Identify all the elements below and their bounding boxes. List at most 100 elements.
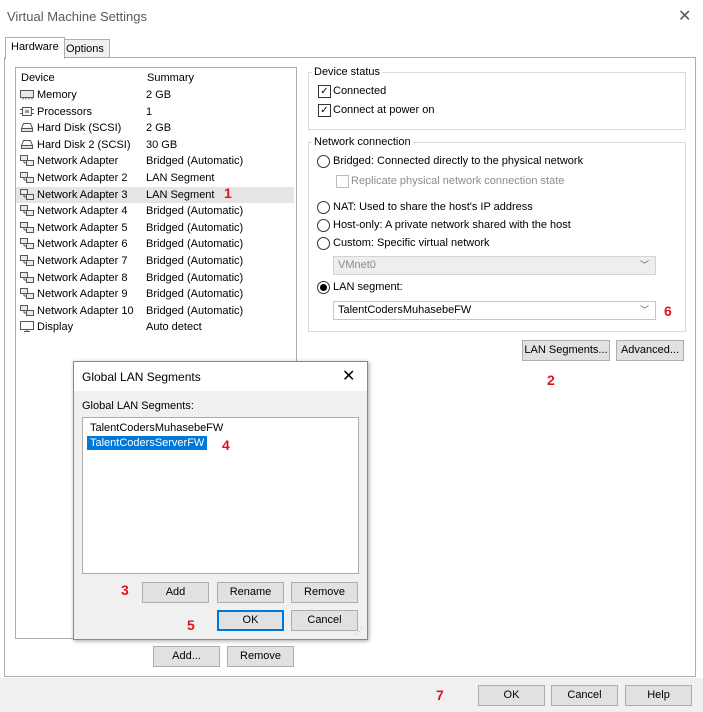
device-row[interactable]: Network Adapter 10 Bridged (Automatic)	[16, 303, 294, 319]
cancel-button[interactable]: Cancel	[551, 685, 618, 706]
segment-item-selected[interactable]: TalentCodersServerFW	[87, 436, 208, 450]
device-status-group	[308, 72, 686, 130]
device-summary: Bridged (Automatic)	[146, 221, 244, 234]
dialog-title-bar: Global LAN Segments ✕	[74, 362, 367, 391]
device-summary: Bridged (Automatic)	[146, 155, 244, 168]
device-summary: Bridged (Automatic)	[146, 288, 244, 301]
network-adapter-icon	[20, 238, 34, 250]
remove-device-button[interactable]: Remove	[227, 646, 294, 667]
add-device-button[interactable]: Add...	[153, 646, 220, 667]
annotation-3: 3	[121, 582, 129, 598]
device-row[interactable]: Hard Disk (SCSI) 2 GB	[16, 120, 294, 136]
window-title: Virtual Machine Settings	[7, 9, 147, 24]
close-icon[interactable]: ✕	[678, 6, 691, 26]
device-summary: 2 GB	[146, 122, 172, 135]
device-row[interactable]: Network Adapter 6 Bridged (Automatic)	[16, 236, 294, 252]
device-row[interactable]: Network Adapter 3 LAN Segment	[16, 186, 294, 203]
resize-grip-icon[interactable]: ⋰	[355, 627, 363, 636]
lan-segment-dropdown[interactable]: TalentCodersMuhasebeFW ﹀	[333, 301, 656, 320]
network-adapter-icon	[20, 271, 34, 283]
device-row[interactable]: Network Adapter 8 Bridged (Automatic)	[16, 270, 294, 286]
display-icon	[20, 321, 34, 333]
lan-segments-button[interactable]: LAN Segments...	[522, 340, 610, 361]
device-row[interactable]: Network Adapter Bridged (Automatic)	[16, 153, 294, 169]
custom-network-dropdown[interactable]: VMnet0 ﹀	[333, 256, 656, 275]
device-name: Hard Disk (SCSI)	[37, 122, 122, 135]
device-name: Network Adapter 9	[37, 288, 128, 301]
tab-options[interactable]: Options	[60, 39, 110, 59]
tab-hardware[interactable]: Hardware	[5, 37, 65, 59]
device-row[interactable]: Network Adapter 2 LAN Segment	[16, 170, 294, 186]
connect-at-power-on-checkbox[interactable]: ✓	[318, 104, 331, 117]
device-row[interactable]: Network Adapter 9 Bridged (Automatic)	[16, 286, 294, 302]
device-name: Network Adapter 10	[37, 304, 134, 317]
hard-disk-icon	[20, 139, 34, 150]
device-row[interactable]: Network Adapter 4 Bridged (Automatic)	[16, 203, 294, 219]
device-row[interactable]: Network Adapter 7 Bridged (Automatic)	[16, 253, 294, 269]
device-name: Network Adapter 6	[37, 238, 128, 251]
network-adapter-icon	[20, 304, 34, 316]
device-summary: LAN Segment	[146, 172, 215, 184]
connected-checkbox[interactable]: ✓	[318, 85, 331, 98]
device-summary: Auto detect	[146, 321, 202, 334]
network-adapter-icon	[20, 255, 34, 266]
device-row[interactable]: Memory 2 GB	[16, 87, 294, 103]
annotation-4: 4	[222, 437, 230, 453]
annotation-2: 2	[547, 372, 555, 388]
custom-radio[interactable]	[317, 237, 330, 250]
chevron-down-icon: ﹀	[639, 305, 649, 315]
memory-icon	[20, 89, 34, 100]
dialog-title: Global LAN Segments	[82, 370, 201, 384]
bridged-radio[interactable]	[317, 155, 330, 168]
custom-label: Custom: Specific virtual network	[333, 237, 490, 249]
device-summary: Bridged (Automatic)	[146, 238, 244, 251]
bridged-label: Bridged: Connected directly to the physi…	[333, 155, 584, 167]
network-adapter-icon	[20, 221, 34, 233]
network-adapter-icon	[20, 172, 34, 183]
replicate-label: Replicate physical network connection st…	[351, 175, 565, 187]
device-summary: 2 GB	[146, 89, 172, 101]
lan-segment-label: LAN segment:	[333, 281, 403, 293]
connect-at-power-on-label: Connect at power on	[333, 104, 435, 116]
network-adapter-icon	[20, 155, 34, 167]
device-name: Network Adapter 2	[37, 172, 128, 184]
connected-label: Connected	[333, 85, 387, 97]
device-list-header: Device Summary	[21, 72, 293, 86]
device-row[interactable]: Display Auto detect	[16, 319, 294, 335]
annotation-7: 7	[436, 687, 444, 703]
custom-network-value: VMnet0	[338, 259, 376, 271]
device-column-header: Device	[21, 72, 55, 84]
global-lan-segments-dialog: Global LAN Segments ✕ Global LAN Segment…	[73, 361, 368, 640]
device-name: Memory	[37, 89, 77, 101]
device-row[interactable]: Network Adapter 5 Bridged (Automatic)	[16, 220, 294, 236]
nat-radio[interactable]	[317, 201, 330, 214]
lan-segment-radio[interactable]	[317, 281, 330, 294]
lan-segment-value: TalentCodersMuhasebeFW	[338, 304, 472, 316]
annotation-6: 6	[664, 303, 672, 319]
dialog-add-button[interactable]: Add	[142, 582, 209, 603]
ok-button[interactable]: OK	[478, 685, 545, 706]
help-button[interactable]: Help	[625, 685, 692, 706]
device-name: Network Adapter 5	[37, 221, 128, 234]
device-summary: Bridged (Automatic)	[146, 271, 244, 284]
dialog-cancel-button[interactable]: Cancel	[291, 610, 358, 631]
device-summary: Bridged (Automatic)	[146, 304, 244, 317]
device-summary: 30 GB	[146, 138, 178, 151]
device-summary: Bridged (Automatic)	[146, 255, 244, 267]
chevron-down-icon: ﹀	[639, 260, 649, 270]
close-icon[interactable]: ✕	[342, 366, 355, 386]
host-only-radio[interactable]	[317, 219, 330, 232]
replicate-checkbox[interactable]	[336, 175, 349, 188]
dialog-rename-button[interactable]: Rename	[217, 582, 284, 603]
annotation-1: 1	[224, 185, 232, 201]
device-name: Network Adapter	[37, 155, 119, 168]
dialog-ok-button[interactable]: OK	[217, 610, 284, 631]
segments-list-label: Global LAN Segments:	[82, 400, 194, 412]
nat-label: NAT: Used to share the host's IP address	[333, 201, 533, 213]
advanced-button[interactable]: Advanced...	[616, 340, 684, 361]
device-row[interactable]: Processors 1	[16, 104, 294, 120]
hard-disk-icon	[20, 122, 34, 133]
dialog-remove-button[interactable]: Remove	[291, 582, 358, 603]
segment-item[interactable]: TalentCodersMuhasebeFW	[87, 421, 226, 435]
device-row[interactable]: Hard Disk 2 (SCSI) 30 GB	[16, 137, 294, 153]
